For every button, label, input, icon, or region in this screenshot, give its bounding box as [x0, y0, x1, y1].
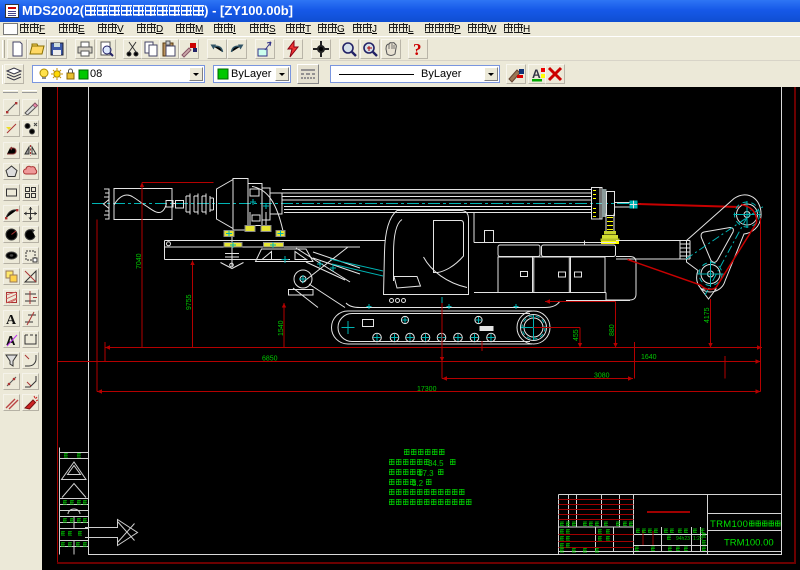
- svg-text:6850: 6850: [262, 356, 278, 363]
- svg-text:455: 455: [573, 329, 580, 341]
- svg-text:3.2: 3.2: [412, 479, 424, 488]
- svg-text:?: ?: [413, 40, 422, 58]
- svg-text:1640: 1640: [641, 354, 657, 361]
- svg-text:TRM100.00: TRM100.00: [724, 538, 774, 549]
- svg-text:9755: 9755: [186, 294, 193, 310]
- svg-text:17300: 17300: [417, 386, 437, 393]
- svg-text:1540: 1540: [278, 320, 285, 336]
- svg-text:4175: 4175: [704, 307, 711, 323]
- svg-text:94h23: 94h23: [676, 536, 690, 542]
- svg-text:7040: 7040: [136, 253, 143, 269]
- svg-text:A: A: [532, 67, 541, 81]
- svg-text:880: 880: [609, 324, 616, 336]
- svg-text:3080: 3080: [594, 373, 610, 380]
- svg-text:34.5: 34.5: [428, 459, 444, 468]
- svg-text:17.3: 17.3: [418, 469, 434, 478]
- svg-text:1:25: 1:25: [693, 536, 703, 542]
- svg-text:TRM100: TRM100: [710, 519, 748, 530]
- svg-text:A: A: [6, 313, 17, 326]
